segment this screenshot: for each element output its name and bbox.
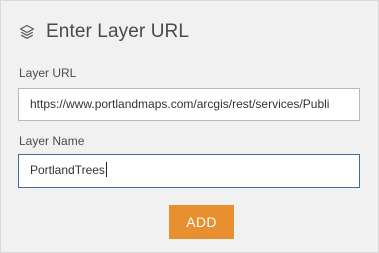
layer-name-label: Layer Name — [19, 134, 85, 148]
panel-header: Enter Layer URL — [18, 18, 189, 46]
layer-name-input[interactable]: PortlandTrees — [18, 154, 360, 188]
panel-title: Enter Layer URL — [46, 21, 190, 42]
layer-url-label: Layer URL — [19, 66, 77, 80]
layer-url-input[interactable]: https://www.portlandmaps.com/arcgis/rest… — [18, 88, 360, 121]
add-button[interactable]: ADD — [169, 205, 234, 239]
enter-layer-url-panel: Enter Layer URL Layer URL https://www.po… — [0, 0, 379, 253]
layer-name-value: PortlandTrees — [30, 163, 105, 177]
text-caret — [105, 162, 107, 178]
layers-icon — [18, 23, 36, 41]
